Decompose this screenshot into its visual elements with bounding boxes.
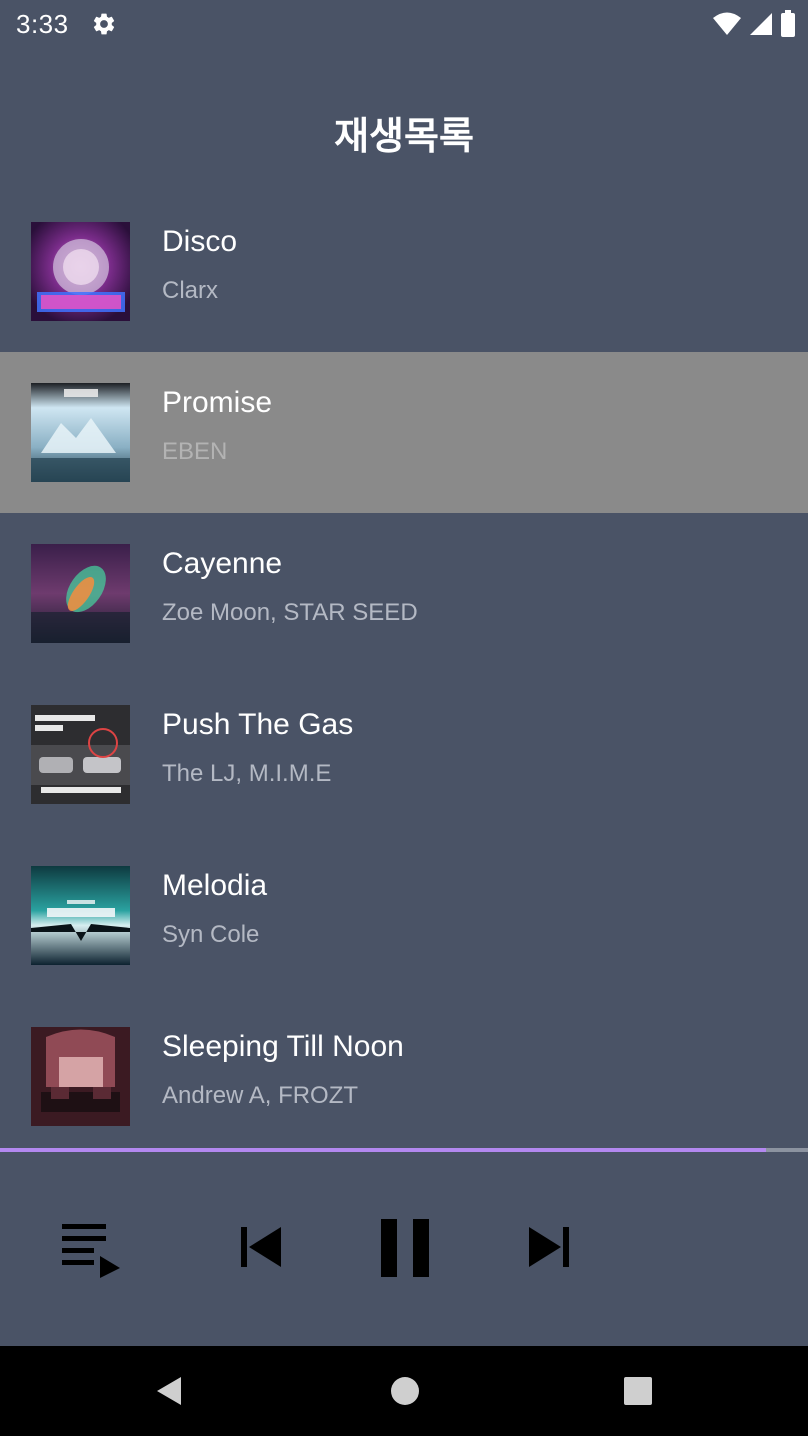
battery-icon — [780, 10, 796, 42]
album-cover — [31, 866, 130, 965]
track-artist: Andrew A, FROZT — [162, 1082, 359, 1109]
track-item[interactable]: Push The Gas The LJ, M.I.M.E — [0, 674, 808, 835]
album-cover — [31, 544, 130, 643]
system-nav-bar — [0, 1346, 808, 1436]
track-artist: Clarx — [162, 277, 219, 304]
pause-icon[interactable] — [374, 1214, 436, 1280]
playlist-icon[interactable] — [58, 1216, 124, 1278]
track-item[interactable]: Sleeping Till Noon Andrew A, FROZT — [0, 996, 808, 1157]
album-cover — [31, 383, 130, 482]
player-controls — [0, 1152, 808, 1346]
wifi-icon — [712, 11, 742, 41]
playlist: Disco Clarx Promise EBEN Cayenne Zoe Moo… — [0, 191, 808, 1157]
track-title: Promise — [162, 386, 273, 419]
track-artist: EBEN — [162, 438, 228, 465]
album-cover — [31, 1027, 130, 1126]
back-icon[interactable] — [124, 1346, 214, 1436]
page-title: 재생목록 — [334, 114, 474, 158]
skip-previous-icon[interactable] — [236, 1224, 286, 1270]
status-indicators — [712, 10, 796, 42]
track-item[interactable]: Melodia Syn Cole — [0, 835, 808, 996]
track-item-selected[interactable]: Promise EBEN — [0, 352, 808, 513]
track-title: Push The Gas — [162, 708, 354, 741]
album-cover — [31, 705, 130, 804]
track-artist: The LJ, M.I.M.E — [162, 760, 332, 787]
gear-icon — [91, 11, 117, 37]
status-bar: 3:33 — [0, 0, 808, 48]
track-item[interactable]: Cayenne Zoe Moon, STAR SEED — [0, 513, 808, 674]
skip-next-icon[interactable] — [524, 1224, 574, 1270]
track-title: Melodia — [162, 869, 268, 902]
track-title: Sleeping Till Noon — [162, 1030, 404, 1063]
status-time: 3:33 — [16, 8, 69, 39]
signal-icon — [748, 11, 774, 41]
track-artist: Syn Cole — [162, 921, 260, 948]
track-title: Cayenne — [162, 547, 283, 580]
home-icon[interactable] — [360, 1346, 450, 1436]
track-title: Disco — [162, 225, 238, 258]
track-item[interactable]: Disco Clarx — [0, 191, 808, 352]
track-artist: Zoe Moon, STAR SEED — [162, 599, 418, 626]
recents-icon[interactable] — [593, 1346, 683, 1436]
album-cover — [31, 222, 130, 321]
